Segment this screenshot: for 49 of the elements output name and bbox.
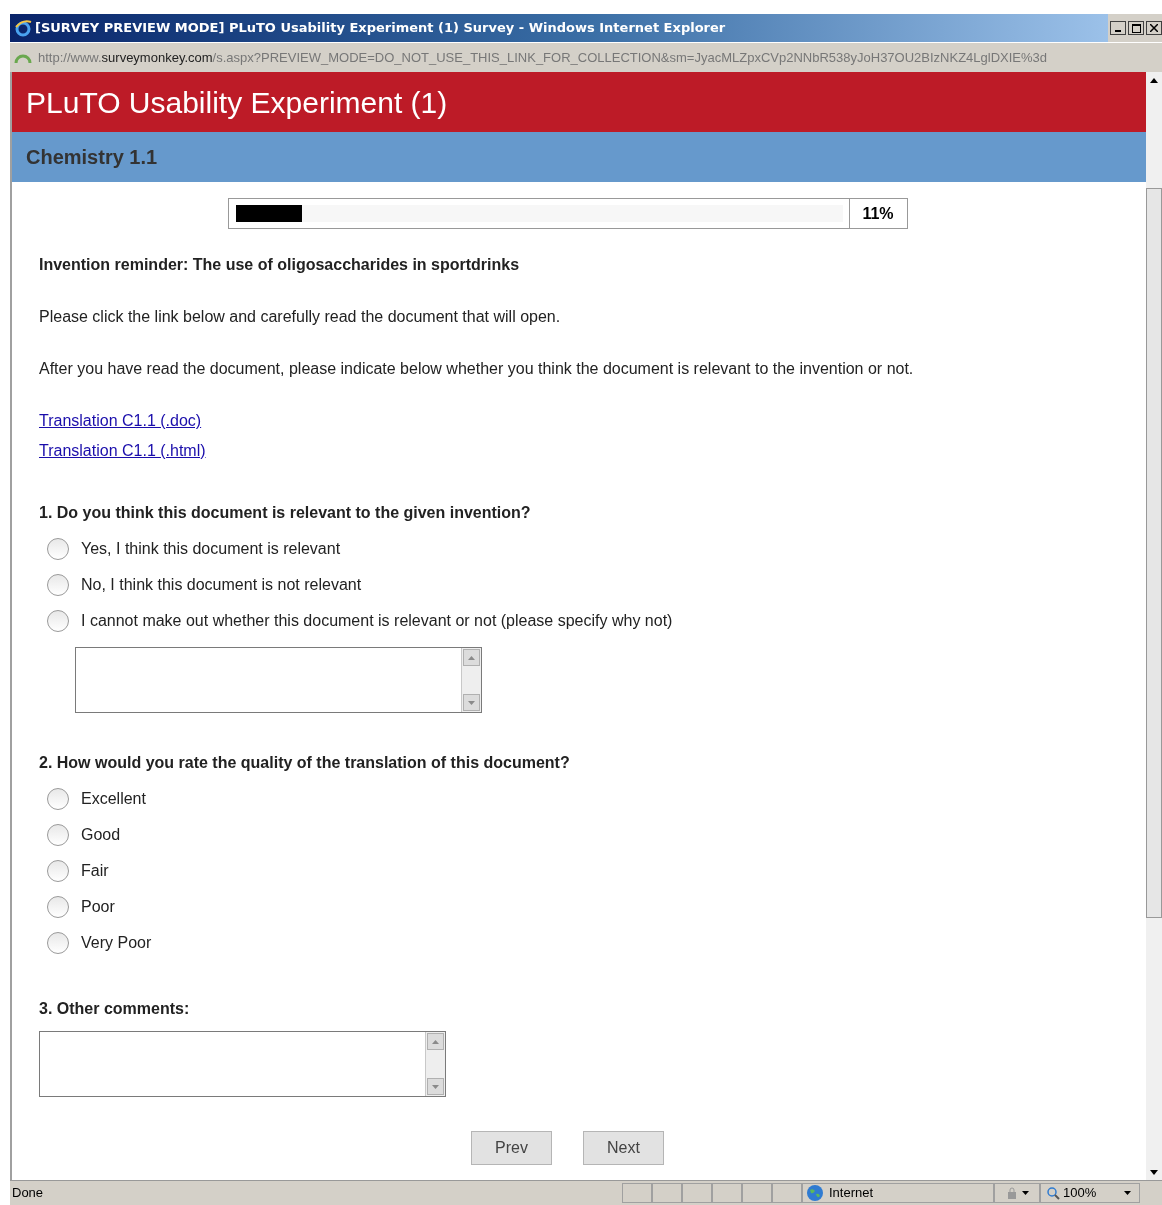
radio-button[interactable] xyxy=(47,860,69,882)
radio-button[interactable] xyxy=(47,574,69,596)
option-label: Poor xyxy=(81,897,115,917)
maximize-button[interactable] xyxy=(1128,21,1144,35)
text-area[interactable] xyxy=(39,1031,446,1097)
next-button[interactable]: Next xyxy=(583,1131,664,1165)
radio-button[interactable] xyxy=(47,824,69,846)
option-label: Very Poor xyxy=(81,933,152,953)
question-title: 3. Other comments: xyxy=(39,999,191,1019)
dropdown-caret-icon[interactable] xyxy=(1021,1191,1029,1195)
option-label: Good xyxy=(81,825,121,845)
radio-button[interactable] xyxy=(47,932,69,954)
radio-button[interactable] xyxy=(47,610,69,632)
option-label: Fair xyxy=(81,861,109,881)
status-text: Done xyxy=(11,1184,45,1203)
window-title: [SURVEY PREVIEW MODE] PLuTO Usability Experiment (1) Survey - Windows Internet Explorer xyxy=(35,19,726,38)
invention-reminder: Invention reminder: The use of oligosaccharides in sportdrinks xyxy=(39,255,521,275)
question-title: 1. Do you think this document is relevant to the given invention? xyxy=(39,503,532,523)
zoom-icon xyxy=(1047,1186,1060,1200)
close-button[interactable] xyxy=(1146,21,1162,35)
radio-button[interactable] xyxy=(47,538,69,560)
zone-text: Internet xyxy=(829,1184,874,1203)
close-icon xyxy=(1150,24,1158,32)
dropdown-caret-icon[interactable] xyxy=(1124,1191,1131,1195)
radio-button[interactable] xyxy=(47,788,69,810)
page-title: Chemistry 1.1 xyxy=(26,145,158,170)
browser-logo-icon xyxy=(14,19,32,37)
option-label: I cannot make out whether this document is relevant or not (please specify why not) xyxy=(81,611,673,631)
address-bar[interactable]: http://www.surveymonkey.com/s.aspx?PREVIEW_MODE=DO_NOT_USE_THIS_LINK_FOR_COLLECTION&sm=JyacMLZpxCVp2NNbR538yJoH37OU2BIzNKZ4LglDXIE%3d xyxy=(10,42,1162,72)
scroll-thumb[interactable] xyxy=(1146,188,1162,918)
vertical-scrollbar[interactable] xyxy=(1146,72,1162,1180)
option-label: Yes, I think this document is relevant xyxy=(81,539,341,559)
document-link[interactable]: Translation C1.1 (.html) xyxy=(39,439,206,463)
document-link[interactable]: Translation C1.1 (.doc) xyxy=(39,409,202,433)
progress-percent: 11% xyxy=(848,199,907,228)
text-area[interactable] xyxy=(75,647,482,713)
option-label: No, I think this document is not relevant xyxy=(81,575,362,595)
minimize-button[interactable] xyxy=(1110,21,1126,35)
question-title: 2. How would you rate the quality of the translation of this document? xyxy=(39,753,571,773)
instruction-text: After you have read the document, please indicate below whether you think the document is relevant to the invention or not. xyxy=(39,359,915,379)
radio-button[interactable] xyxy=(47,896,69,918)
instruction-text: Please click the link below and carefully read the document that will open. xyxy=(39,307,562,327)
globe-icon xyxy=(806,1184,824,1202)
prev-button[interactable]: Prev xyxy=(471,1131,552,1165)
option-label: Excellent xyxy=(81,789,146,809)
lock-icon xyxy=(1005,1187,1018,1199)
maximize-icon xyxy=(1131,23,1141,33)
survey-title: PLuTO Usability Experiment (1) xyxy=(26,84,448,121)
url-text: http://www.surveymonkey.com/s.aspx?PREVIEW_MODE=DO_NOT_USE_THIS_LINK_FOR_COLLECTION&sm=JyacMLZpxCVp2NNbR538yJoH37OU2BIzNKZ4LglDXIE%3d xyxy=(38,48,1048,67)
